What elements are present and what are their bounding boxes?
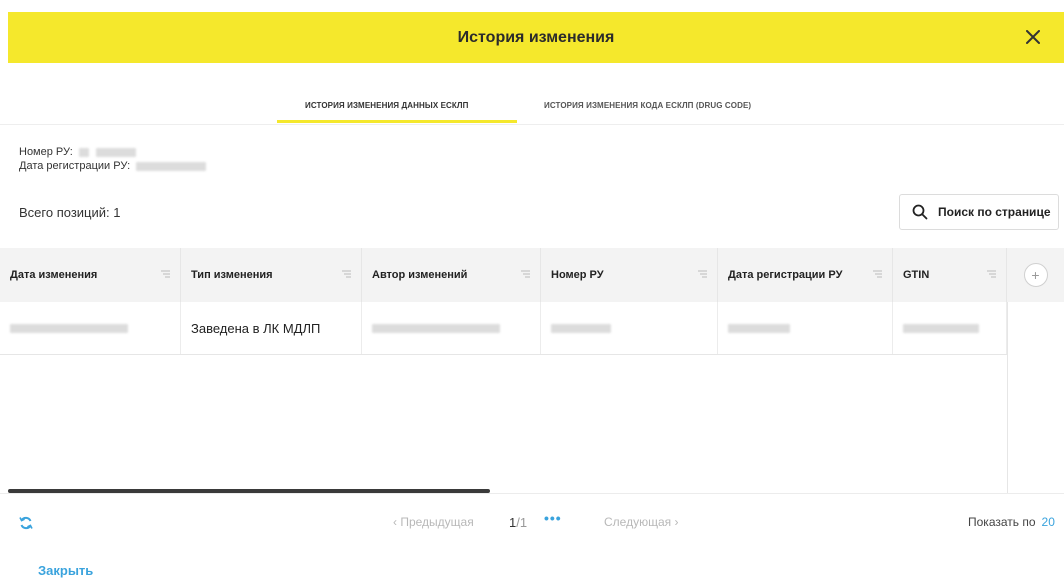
total-label: Всего позиций:	[19, 205, 110, 220]
column-label: Номер РУ	[551, 269, 604, 281]
tab-drug-code-history[interactable]: История изменения кода ЕСКЛП (DRUG CODE)	[544, 88, 751, 122]
redacted-value	[551, 323, 611, 333]
close-icon	[1026, 30, 1040, 44]
reg-number-value-redacted	[78, 147, 89, 157]
column-menu-icon[interactable]	[987, 270, 996, 278]
redacted-value	[728, 323, 790, 333]
cell-reg-number	[541, 302, 718, 354]
table-bottom-border	[0, 493, 1064, 494]
page-search-label: Поиск по странице	[938, 205, 1051, 219]
column-header-reg-date[interactable]: Дата регистрации РУ	[718, 248, 893, 302]
cell-reg-date	[718, 302, 893, 354]
tab-bar: История изменения данных ЕСКЛП История и…	[0, 88, 1064, 125]
column-header-author[interactable]: Автор изменений	[362, 248, 541, 302]
column-menu-icon[interactable]	[873, 270, 882, 278]
total-pages: /1	[516, 515, 528, 530]
cell-change-type: Заведена в ЛК МДЛП	[181, 302, 362, 354]
plus-icon: +	[1031, 267, 1040, 283]
column-header-reg-number[interactable]: Номер РУ	[541, 248, 718, 302]
page-search-button[interactable]: Поиск по странице	[899, 194, 1059, 230]
column-header-gtin[interactable]: GTIN	[893, 248, 1007, 302]
dialog-title: История изменения	[457, 28, 615, 46]
reg-number-label: Номер РУ:	[19, 146, 73, 158]
more-pages-button[interactable]: •••	[544, 510, 562, 526]
add-column-cell: +	[1007, 248, 1064, 302]
history-table: Дата изменения Тип изменения Автор измен…	[0, 248, 1064, 493]
column-header-change-date[interactable]: Дата изменения	[0, 248, 181, 302]
redacted-value	[10, 323, 128, 333]
dialog-header: История изменения	[8, 12, 1064, 63]
next-page-button[interactable]: Следующая ›	[604, 515, 678, 529]
column-menu-icon[interactable]	[161, 270, 170, 278]
column-label: Автор изменений	[372, 269, 468, 281]
column-label: GTIN	[903, 269, 930, 281]
column-label: Дата изменения	[10, 269, 98, 281]
total-value: 1	[113, 205, 121, 220]
table-header: Дата изменения Тип изменения Автор измен…	[0, 248, 1064, 302]
reg-number-line: Номер РУ:	[19, 146, 136, 158]
search-icon	[912, 204, 928, 220]
cell-gtin	[893, 302, 1007, 354]
column-header-change-type[interactable]: Тип изменения	[181, 248, 362, 302]
column-label: Дата регистрации РУ	[728, 269, 843, 281]
tab-data-history[interactable]: История изменения данных ЕСКЛП	[305, 88, 468, 122]
refresh-button[interactable]	[19, 516, 33, 535]
page-indicator: 1/1	[509, 515, 527, 530]
cell-change-date	[0, 302, 181, 354]
cell-author	[362, 302, 541, 354]
prev-page-button[interactable]: ‹ Предыдущая	[393, 515, 474, 529]
column-menu-icon[interactable]	[698, 270, 707, 278]
column-label: Тип изменения	[191, 269, 273, 281]
reg-date-value-redacted	[136, 161, 207, 171]
column-divider	[1007, 302, 1008, 493]
page-size-selector: Показать по 20	[968, 515, 1055, 529]
column-menu-icon[interactable]	[521, 270, 530, 278]
table-row[interactable]: Заведена в ЛК МДЛП	[0, 302, 1007, 355]
column-menu-icon[interactable]	[342, 270, 351, 278]
reg-date-line: Дата регистрации РУ:	[19, 160, 207, 172]
redacted-value	[372, 323, 500, 333]
close-button[interactable]	[1020, 24, 1046, 50]
active-tab-indicator	[277, 120, 517, 123]
page-size-value[interactable]: 20	[1042, 515, 1055, 529]
refresh-icon	[19, 516, 33, 530]
reg-date-label: Дата регистрации РУ:	[19, 160, 131, 172]
close-link[interactable]: Закрыть	[38, 563, 93, 578]
redacted-value	[903, 323, 979, 333]
total-count: Всего позиций: 1	[19, 205, 121, 220]
page-size-label: Показать по	[968, 515, 1036, 529]
reg-number-value-redacted-2	[95, 147, 136, 157]
add-column-button[interactable]: +	[1023, 263, 1048, 287]
